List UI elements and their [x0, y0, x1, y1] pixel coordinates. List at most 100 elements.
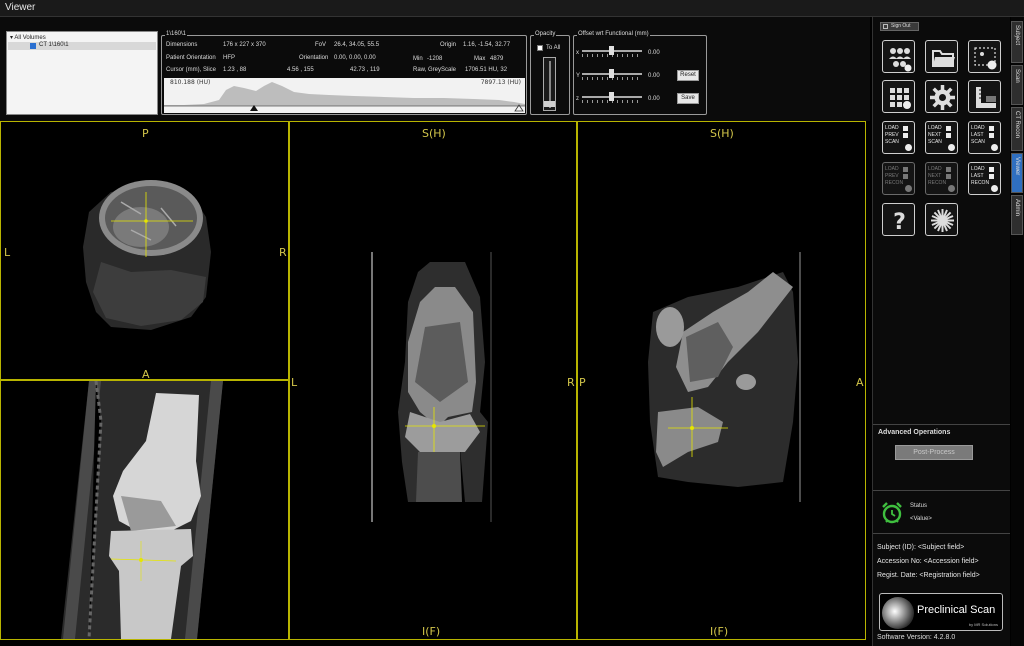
sign-out-icon [883, 24, 888, 29]
offset-z-slider[interactable] [582, 92, 642, 103]
logo-swirl-icon [882, 597, 914, 629]
coronal-right-label: R [567, 376, 575, 389]
offset-x-thumb[interactable] [609, 46, 614, 55]
layout-grid-button[interactable] [882, 80, 915, 113]
post-process-button[interactable]: Post-Process [895, 445, 973, 460]
title-bar: Viewer [0, 0, 1024, 17]
save-button[interactable]: Save [677, 93, 699, 104]
tile-text: LOAD [885, 166, 899, 172]
subject-id-field: Subject (ID): <Subject field> [877, 544, 965, 551]
tree-item-label: CT 1\160\1 [39, 42, 69, 48]
offset-z-thumb[interactable] [609, 92, 614, 101]
software-version: Software Version: 4.2.8.0 [877, 634, 956, 641]
load-prev-recon-button[interactable]: LOAD PREV RECON [882, 162, 915, 195]
subjects-button[interactable] [882, 40, 915, 73]
offset-z-label: z [576, 96, 579, 102]
fov-value: 26.4, 34.05, 55.5 [334, 42, 380, 48]
offset-y-thumb[interactable] [609, 69, 614, 78]
tree-item-checkbox[interactable] [30, 43, 36, 49]
offset-y-label: Y [576, 73, 581, 79]
orientation-value: 0.00, 0.00, 0.00 [334, 55, 376, 61]
about-button[interactable] [925, 203, 958, 236]
offset-z-value: 0.00 [648, 96, 660, 102]
sign-out-button[interactable]: Sign Out [880, 22, 919, 31]
coronal-bottom-label: I(F) [422, 625, 441, 638]
reset-button[interactable]: Reset [677, 70, 699, 81]
grid-icon [890, 88, 911, 109]
histogram-handles[interactable] [164, 78, 525, 113]
mini-icon [903, 133, 908, 138]
sagittal-image [648, 252, 801, 502]
help-button[interactable]: ? [882, 203, 915, 236]
window-title: Viewer [5, 2, 36, 13]
sagittal-viewport[interactable]: S(H) I(F) P A [577, 121, 866, 640]
opacity-thumb[interactable] [544, 100, 555, 107]
mini-icon [946, 126, 951, 131]
render-3d-image [61, 381, 223, 639]
logo-sub: by MR Solutions [968, 622, 998, 627]
mini-icon [903, 167, 908, 172]
load-last-scan-button[interactable]: LOAD LAST SCAN [968, 121, 1001, 154]
mini-icon [903, 174, 908, 179]
tab-subject[interactable]: Subject [1011, 21, 1023, 63]
min-value: -1208 [427, 56, 443, 62]
load-last-recon-button[interactable]: LOAD LAST RECON [968, 162, 1001, 195]
to-all-checkbox[interactable] [537, 45, 543, 51]
raw-value: 1706.51 HU, 32 [465, 67, 508, 73]
tab-scan[interactable]: Scan [1011, 65, 1023, 105]
measure-button[interactable] [968, 80, 1001, 113]
tile-text: SCAN [885, 139, 899, 145]
volume-tree[interactable]: ▾ All Volumes CT 1\160\1 [6, 31, 158, 115]
tree-item[interactable]: CT 1\160\1 [8, 42, 156, 50]
divider [873, 533, 1010, 534]
settings-button[interactable] [925, 80, 958, 113]
mini-icon [989, 174, 994, 179]
dimensions-value: 176 x 227 x 370 [223, 42, 266, 48]
axial-top-label: P [142, 127, 149, 140]
tab-admin[interactable]: Admin [1011, 195, 1023, 235]
gear-icon [991, 185, 998, 192]
gear-icon [948, 185, 955, 192]
min-label: Min [413, 56, 423, 62]
load-prev-scan-button[interactable]: LOAD PREV SCAN [882, 121, 915, 154]
offset-x-slider[interactable] [582, 46, 642, 57]
mini-icon [946, 174, 951, 179]
alarm-clock-icon [882, 502, 902, 524]
tile-text: PREV [885, 173, 899, 179]
tab-viewer[interactable]: Viewer [1011, 153, 1023, 193]
sagittal-bottom-label: I(F) [710, 625, 729, 638]
offset-y-slider[interactable] [582, 69, 642, 80]
status-value: <Value> [910, 516, 932, 522]
mini-icon [946, 167, 951, 172]
divider [873, 424, 1010, 425]
regist-date-field: Regist. Date: <Registration field> [877, 572, 980, 579]
axial-viewport[interactable]: P A L R [0, 121, 289, 381]
open-folder-button[interactable] [925, 40, 958, 73]
patient-orientation-label: Patient Orientation [166, 55, 216, 61]
opacity-title: Opacity [534, 31, 557, 37]
status-label: Status [910, 503, 928, 509]
tile-text: LOAD [885, 125, 899, 131]
offset-title: Offset wrt Functional (mm) [577, 31, 650, 37]
coronal-image [371, 252, 492, 522]
tab-ct-recon[interactable]: CT Recon [1011, 107, 1023, 151]
opacity-slider[interactable] [543, 57, 556, 111]
sagittal-left-label: P [579, 376, 586, 389]
region-select-button[interactable] [968, 40, 1001, 73]
tile-text: NEXT [928, 173, 942, 179]
render-3d-viewport[interactable] [0, 380, 289, 640]
tree-root[interactable]: ▾ All Volumes [10, 34, 46, 41]
cursor-value-1: 1.23 , 88 [223, 67, 247, 73]
gear-icon [930, 85, 955, 110]
tile-text: LOAD [971, 166, 985, 172]
load-next-recon-button[interactable]: LOAD NEXT RECON [925, 162, 958, 195]
people-icon [889, 48, 912, 72]
fov-label: FoV [315, 42, 327, 48]
ruler-icon [976, 87, 996, 108]
histogram[interactable]: 810.188 (HU) 7897.13 (HU) [164, 78, 525, 113]
load-next-scan-button[interactable]: LOAD NEXT SCAN [925, 121, 958, 154]
tile-text: RECON [928, 180, 947, 186]
tile-text: LOAD [928, 166, 942, 172]
accession-no-field: Accession No: <Accession field> [877, 558, 979, 565]
coronal-viewport[interactable]: S(H) I(F) L R [289, 121, 577, 640]
